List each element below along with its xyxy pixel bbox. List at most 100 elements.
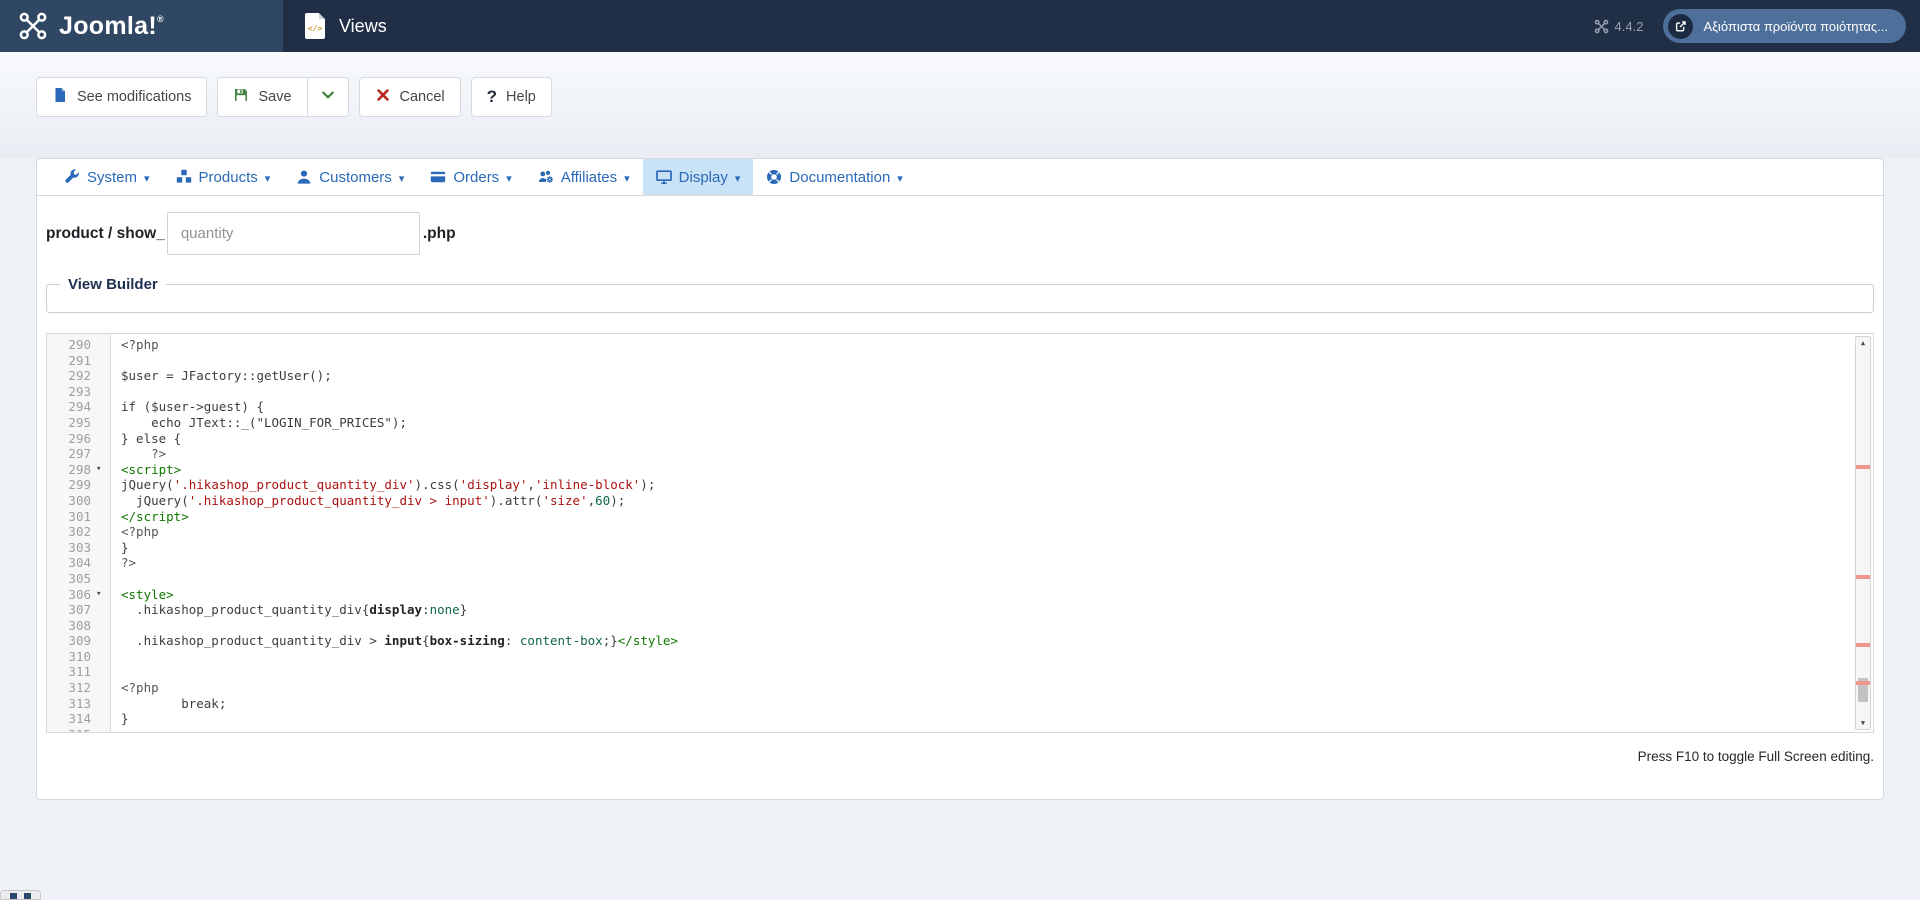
promo-label: Αξιόπιστα προϊόντα ποιότητας... [1703, 18, 1888, 34]
caret-down-icon: ▾ [734, 172, 741, 185]
title-block: </> Views [283, 13, 387, 39]
code-line: 306 ▾ <style> [47, 587, 1873, 603]
line-number: 313 [68, 695, 91, 711]
scrollbar-annotation-mark [1856, 680, 1870, 685]
code-lines: 290 <?php 291 292 $user = JFactory::getUser(… [47, 334, 1873, 732]
fold-arrow-icon[interactable]: ▾ [96, 462, 101, 478]
help-button[interactable]: ? Help [470, 77, 552, 117]
fullscreen-hint: Press F10 to toggle Full Screen editing. [1637, 749, 1874, 764]
scrollbar-track[interactable] [1856, 349, 1870, 717]
code-line: 299 jQuery('.hikashop_product_quantity_di… [47, 477, 1873, 493]
code-line: 305 [47, 571, 1873, 587]
caret-down-icon: ▾ [264, 172, 271, 185]
top-right: 4.4.2 Αξιόπιστα προϊόντα ποιότητας... [1594, 9, 1920, 43]
menu-item-system[interactable]: System ▾ [51, 159, 163, 195]
save-split-button: Save [217, 77, 349, 117]
toolbar: See modifications Save Cancel ? Help [0, 52, 1920, 158]
file-name-suffix: .php [422, 224, 456, 242]
top-bar: Joomla!® </> Views 4.4.2 Αξιόπιστα προϊό… [0, 0, 1920, 52]
line-number: 298 ▾ [68, 461, 102, 478]
line-number: 294 [68, 399, 91, 415]
desktop-icon [655, 169, 672, 185]
corner-stub[interactable] [0, 890, 41, 900]
code-line: 298 ▾ <script> [47, 462, 1873, 478]
code-line: 313 break; [47, 696, 1873, 712]
menu-item-documentation[interactable]: Documentation ▾ [753, 159, 915, 195]
menu-item-display[interactable]: Display ▾ [642, 159, 754, 195]
code-line: 301 </script> [47, 509, 1873, 525]
caret-down-icon: ▾ [624, 172, 630, 185]
question-mark-icon: ? [486, 87, 498, 106]
editor-scrollbar[interactable]: ▲ ▼ [1855, 336, 1871, 730]
menu-item-label: Display [678, 168, 728, 186]
save-icon [233, 87, 249, 107]
promo-button[interactable]: Αξιόπιστα προϊόντα ποιότητας... [1663, 9, 1906, 43]
joomla-version-icon [1594, 19, 1608, 33]
main-card: System ▾ Products ▾ Customers ▾ Orders ▾ Affilia… [36, 158, 1884, 800]
code-line: 309 .hikashop_product_quantity_div > inp… [47, 633, 1873, 649]
line-number: 293 [68, 383, 91, 399]
view-builder-legend: View Builder [68, 276, 158, 293]
code-line: 300 jQuery('.hikashop_product_quantity_d… [47, 493, 1873, 509]
line-number: 304 [68, 555, 91, 571]
version-label: 4.4.2 [1594, 19, 1643, 34]
see-modifications-button[interactable]: See modifications [36, 77, 208, 117]
menu-item-customers[interactable]: Customers ▾ [283, 159, 417, 195]
line-number: 303 [68, 539, 91, 555]
line-number: 292 [68, 368, 91, 384]
line-number: 301 [68, 508, 91, 524]
menu-item-label: System [87, 168, 138, 186]
user-icon [296, 169, 312, 185]
caret-down-icon: ▾ [398, 172, 405, 185]
save-options-button[interactable] [307, 77, 349, 117]
line-number: 291 [68, 352, 91, 368]
menu-item-orders[interactable]: Orders ▾ [417, 159, 524, 195]
cancel-button[interactable]: Cancel [358, 77, 461, 117]
screen: Joomla!® </> Views 4.4.2 Αξιόπιστα προϊό… [0, 0, 1920, 900]
scroll-up-arrow-icon[interactable]: ▲ [1856, 337, 1870, 349]
joomla-logo: Joomla!® [0, 0, 283, 52]
code-editor[interactable]: 290 <?php 291 292 $user = JFactory::getUser(… [46, 333, 1874, 733]
line-number: 290 [68, 337, 91, 352]
line-number: 295 [68, 414, 91, 430]
external-link-icon [1668, 13, 1694, 39]
file-name-row: product / show_ .php [46, 212, 1883, 255]
joomla-knot-icon [19, 12, 47, 40]
scroll-down-arrow-icon[interactable]: ▼ [1856, 717, 1870, 729]
line-number: 302 [68, 524, 91, 540]
views-file-icon: </> [305, 13, 325, 39]
code-line: 304 ?> [47, 555, 1873, 571]
caret-down-icon: ▾ [506, 172, 512, 185]
code-line: 307 .hikashop_product_quantity_div{displ… [47, 602, 1873, 618]
code-line: 311 [47, 664, 1873, 680]
code-line: 291 [47, 353, 1873, 369]
line-number: 311 [68, 664, 91, 680]
file-name-input[interactable] [166, 212, 420, 255]
line-number: 312 [68, 680, 91, 696]
menu-item-products[interactable]: Products ▾ [163, 159, 284, 195]
scrollbar-annotation-mark [1856, 643, 1870, 648]
code-line: 314} [47, 711, 1873, 727]
code-line: 294 if ($user->guest) { [47, 399, 1873, 415]
caret-down-icon: ▾ [897, 172, 903, 185]
life-ring-icon [766, 169, 782, 185]
line-number: 315 [47, 727, 111, 732]
menu-item-label: Customers [319, 168, 392, 186]
save-button[interactable]: Save [217, 77, 308, 117]
code-line: 296} else { [47, 431, 1873, 447]
menu-item-affiliates[interactable]: Affiliates ▾ [525, 159, 643, 195]
scrollbar-annotation-mark [1856, 464, 1870, 469]
line-number: 309 [68, 633, 91, 649]
chevron-down-icon [320, 87, 336, 107]
code-line: 293 [47, 384, 1873, 400]
cubes-icon [176, 169, 192, 185]
users-gear-icon [538, 169, 554, 185]
wrench-icon [64, 169, 80, 185]
menu-item-label: Documentation [789, 168, 891, 186]
view-builder-fieldset: View Builder [46, 276, 1874, 313]
line-number: 305 [68, 570, 91, 586]
menu-item-label: Affiliates [560, 168, 618, 186]
fold-arrow-icon[interactable]: ▾ [96, 587, 101, 603]
code-line: 292 $user = JFactory::getUser(); [47, 368, 1873, 384]
scrollbar-annotation-mark [1856, 575, 1870, 580]
